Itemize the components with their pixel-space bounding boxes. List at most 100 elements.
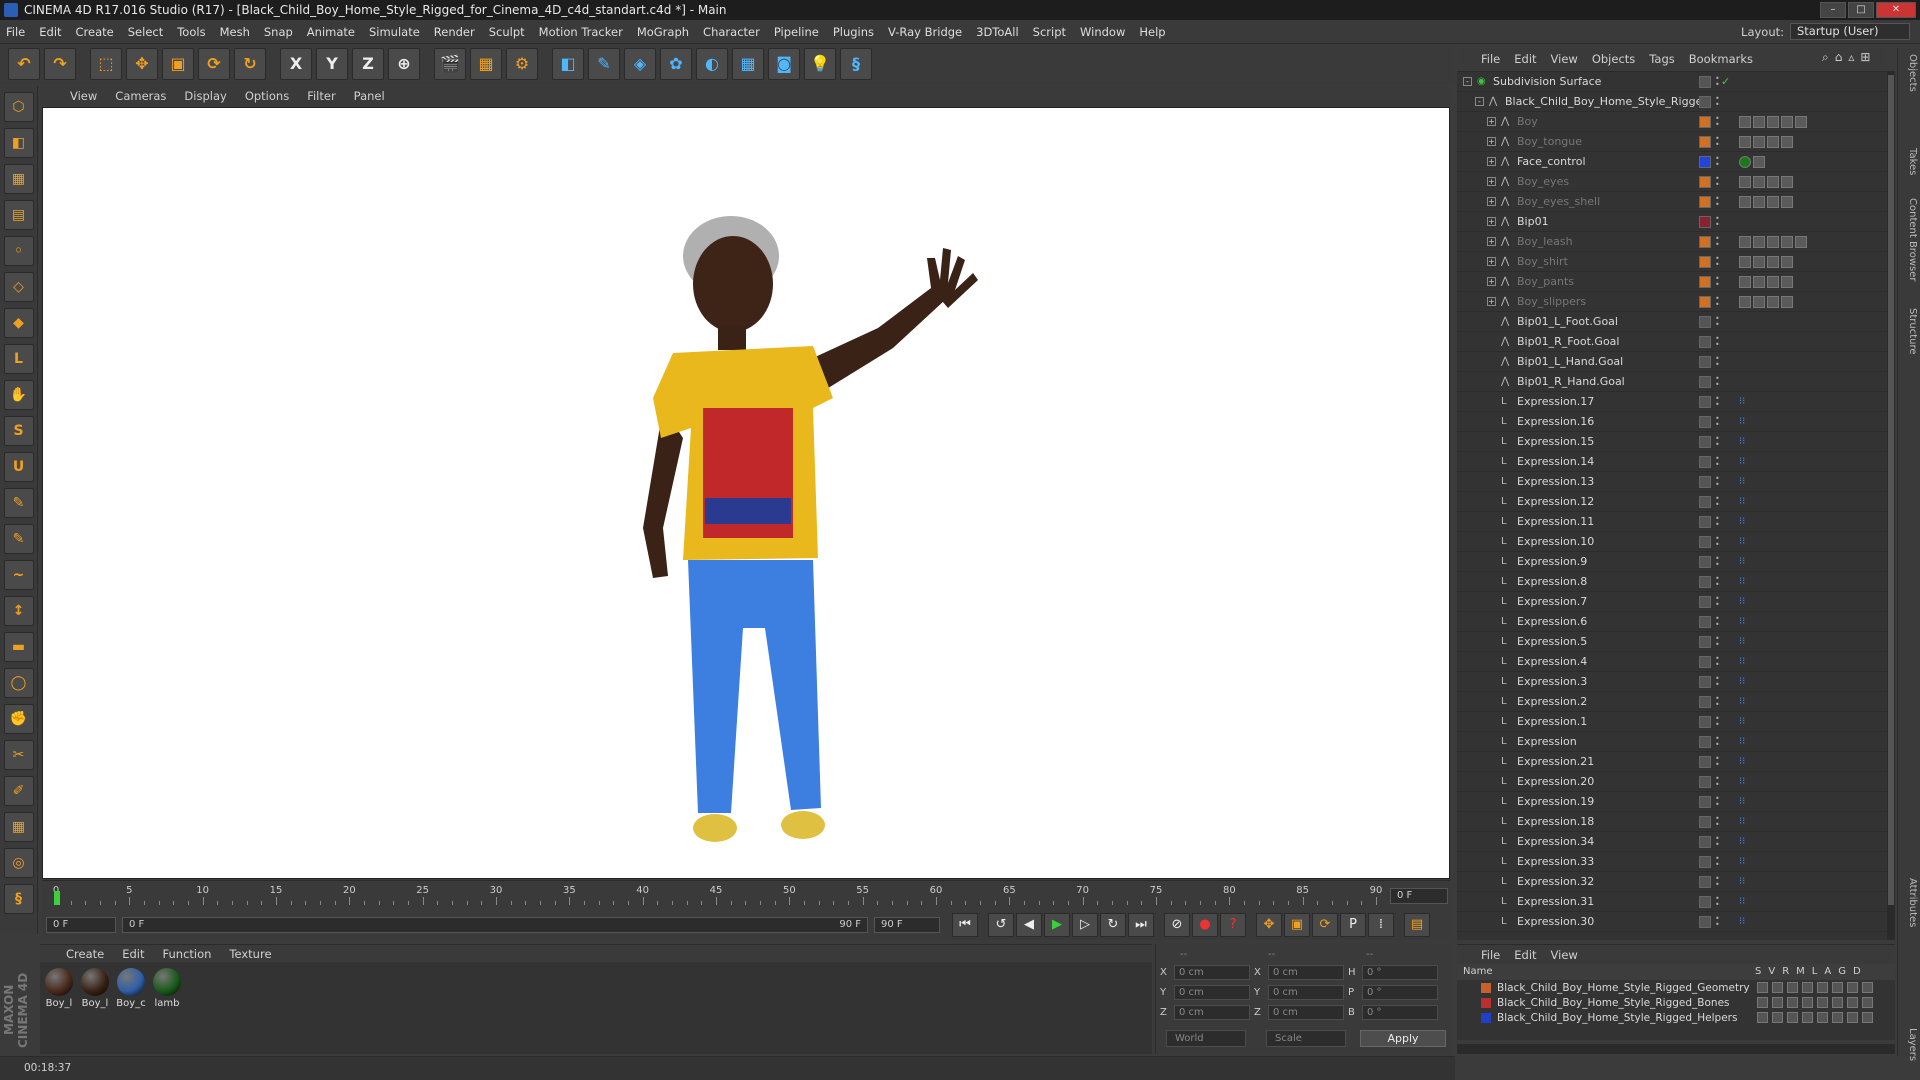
material-tag-icon[interactable]: [1753, 135, 1765, 148]
material-tag-icon[interactable]: [1795, 115, 1807, 128]
right-tab-takes[interactable]: Takes: [1900, 148, 1918, 175]
visibility-dots-icon[interactable]: • •: [1715, 94, 1720, 108]
object-menu-view[interactable]: View: [1551, 52, 1578, 66]
coordinate-space-dropdown[interactable]: World: [1166, 1030, 1246, 1047]
subdivision-icon[interactable]: ◈: [624, 48, 656, 80]
visibility-dots-icon[interactable]: • •: [1715, 774, 1720, 788]
layer-color-swatch[interactable]: [1699, 95, 1711, 108]
object-row[interactable]: L Expression.11 • • ⁝⁝: [1457, 512, 1887, 532]
z-axis-icon[interactable]: Z: [352, 48, 384, 80]
visibility-dots-icon[interactable]: • •: [1715, 834, 1720, 848]
layer-flag-toggle-icon[interactable]: [1862, 1012, 1873, 1023]
camera-icon[interactable]: ◙: [768, 48, 800, 80]
menu-snap[interactable]: Snap: [264, 25, 293, 39]
xpresso-tag-icon[interactable]: ⁝⁝: [1739, 736, 1749, 748]
3d-viewport[interactable]: [42, 107, 1450, 879]
visibility-dots-icon[interactable]: • •: [1715, 534, 1720, 548]
visibility-dots-icon[interactable]: • •: [1715, 414, 1720, 428]
material-tag-icon[interactable]: [1739, 115, 1751, 128]
right-tab-objects[interactable]: Objects: [1900, 54, 1918, 92]
object-row[interactable]: L Expression.15 • • ⁝⁝: [1457, 432, 1887, 452]
layer-color-swatch[interactable]: [1699, 415, 1711, 428]
object-row[interactable]: L Expression.12 • • ⁝⁝: [1457, 492, 1887, 512]
object-row[interactable]: + ⋀ Boy_tongue • •: [1457, 132, 1887, 152]
material-tag-icon[interactable]: [1781, 235, 1793, 248]
paint-icon[interactable]: ✐: [3, 776, 34, 806]
layer-color-swatch[interactable]: [1699, 335, 1711, 348]
workplane-icon[interactable]: ▤: [3, 200, 34, 230]
layer-flag-toggle-icon[interactable]: [1757, 1012, 1768, 1023]
layer-flag-toggle-icon[interactable]: [1757, 982, 1768, 993]
layer-flag-toggle-icon[interactable]: [1757, 997, 1768, 1008]
coordinate-system-icon[interactable]: ⊕: [388, 48, 420, 80]
visibility-dots-icon[interactable]: • •: [1715, 374, 1720, 388]
y-axis-icon[interactable]: Y: [316, 48, 348, 80]
material-swatch[interactable]: Boy_c: [116, 968, 146, 1054]
object-row[interactable]: + ⋀ Boy_shirt • •: [1457, 252, 1887, 272]
xpresso-tag-icon[interactable]: ⁝⁝: [1739, 796, 1749, 808]
array-icon[interactable]: ✿: [660, 48, 692, 80]
layer-color-swatch[interactable]: [1699, 655, 1711, 668]
object-row[interactable]: L Expression.3 • • ⁝⁝: [1457, 672, 1887, 692]
key-pla-icon[interactable]: ⁞: [1368, 913, 1394, 937]
viewport-menu-cameras[interactable]: Cameras: [115, 89, 166, 103]
layer-color-swatch[interactable]: [1699, 915, 1711, 928]
move-icon[interactable]: ✥: [126, 48, 158, 80]
material-tag-icon[interactable]: [1781, 195, 1793, 208]
object-row[interactable]: L Expression.21 • • ⁝⁝: [1457, 752, 1887, 772]
viewport-menu-panel[interactable]: Panel: [354, 89, 385, 103]
material-tag-icon[interactable]: [1767, 195, 1779, 208]
material-swatch[interactable]: lamb: [152, 968, 182, 1054]
layer-color-swatch[interactable]: [1699, 755, 1711, 768]
layer-flag-toggle-icon[interactable]: [1772, 997, 1783, 1008]
rotate-icon[interactable]: ⟳: [198, 48, 230, 80]
material-tag-icon[interactable]: [1767, 275, 1779, 288]
xpresso-tag-icon[interactable]: ⁝⁝: [1739, 676, 1749, 688]
object-row[interactable]: L Expression.5 • • ⁝⁝: [1457, 632, 1887, 652]
object-row[interactable]: ⋀ Bip01_R_Foot.Goal • •: [1457, 332, 1887, 352]
object-row[interactable]: L Expression.4 • • ⁝⁝: [1457, 652, 1887, 672]
visibility-dots-icon[interactable]: • •: [1715, 714, 1720, 728]
material-tag-icon[interactable]: [1795, 235, 1807, 248]
visibility-dots-icon[interactable]: • •: [1715, 874, 1720, 888]
xpresso-tag-icon[interactable]: ⁝⁝: [1739, 876, 1749, 888]
layer-flag-toggle-icon[interactable]: [1832, 997, 1843, 1008]
layer-color-swatch[interactable]: [1699, 735, 1711, 748]
material-tag-icon[interactable]: [1739, 195, 1751, 208]
object-manager-scrollbar[interactable]: [1887, 71, 1895, 940]
coord-value-field[interactable]: 0 °: [1362, 964, 1438, 980]
pull-icon[interactable]: ↕: [3, 596, 34, 626]
menu-create[interactable]: Create: [76, 25, 114, 39]
visibility-dots-icon[interactable]: • •: [1715, 614, 1720, 628]
make-editable-icon[interactable]: ⬡: [3, 92, 34, 122]
object-row[interactable]: - ⋀ Black_Child_Boy_Home_Style_Rigged • •: [1457, 92, 1887, 112]
coord-value-field[interactable]: 0 cm: [1268, 964, 1344, 980]
layout-dropdown[interactable]: Startup (User): [1790, 23, 1910, 40]
menu-simulate[interactable]: Simulate: [369, 25, 420, 39]
visibility-dots-icon[interactable]: • •: [1715, 74, 1720, 88]
expand-toggle-icon[interactable]: -: [1475, 97, 1484, 106]
light-icon[interactable]: 💡: [804, 48, 836, 80]
layer-menu-edit[interactable]: Edit: [1514, 948, 1536, 962]
visibility-dots-icon[interactable]: • •: [1715, 234, 1720, 248]
material-tag-icon[interactable]: [1767, 135, 1779, 148]
visibility-dots-icon[interactable]: • •: [1715, 914, 1720, 928]
pen-spline-icon[interactable]: ✎: [588, 48, 620, 80]
viewport-menu-display[interactable]: Display: [184, 89, 226, 103]
material-tag-icon[interactable]: [1781, 255, 1793, 268]
polygons-mode-icon[interactable]: ◆: [3, 308, 34, 338]
coord-value-field[interactable]: 0 cm: [1268, 984, 1344, 1000]
expand-toggle-icon[interactable]: -: [1463, 77, 1472, 86]
layer-color-swatch[interactable]: [1699, 815, 1711, 828]
layer-color-swatch[interactable]: [1699, 615, 1711, 628]
menu-sculpt[interactable]: Sculpt: [489, 25, 525, 39]
knife-icon[interactable]: ✂: [3, 740, 34, 770]
layer-color-swatch[interactable]: [1699, 875, 1711, 888]
menu-file[interactable]: File: [6, 25, 25, 39]
material-tag-icon[interactable]: [1781, 135, 1793, 148]
layer-flag-toggle-icon[interactable]: [1802, 982, 1813, 993]
layer-color-swatch[interactable]: [1699, 175, 1711, 188]
xpresso-tag-icon[interactable]: ⁝⁝: [1739, 776, 1749, 788]
object-row[interactable]: L Expression.8 • • ⁝⁝: [1457, 572, 1887, 592]
menu-window[interactable]: Window: [1080, 25, 1125, 39]
